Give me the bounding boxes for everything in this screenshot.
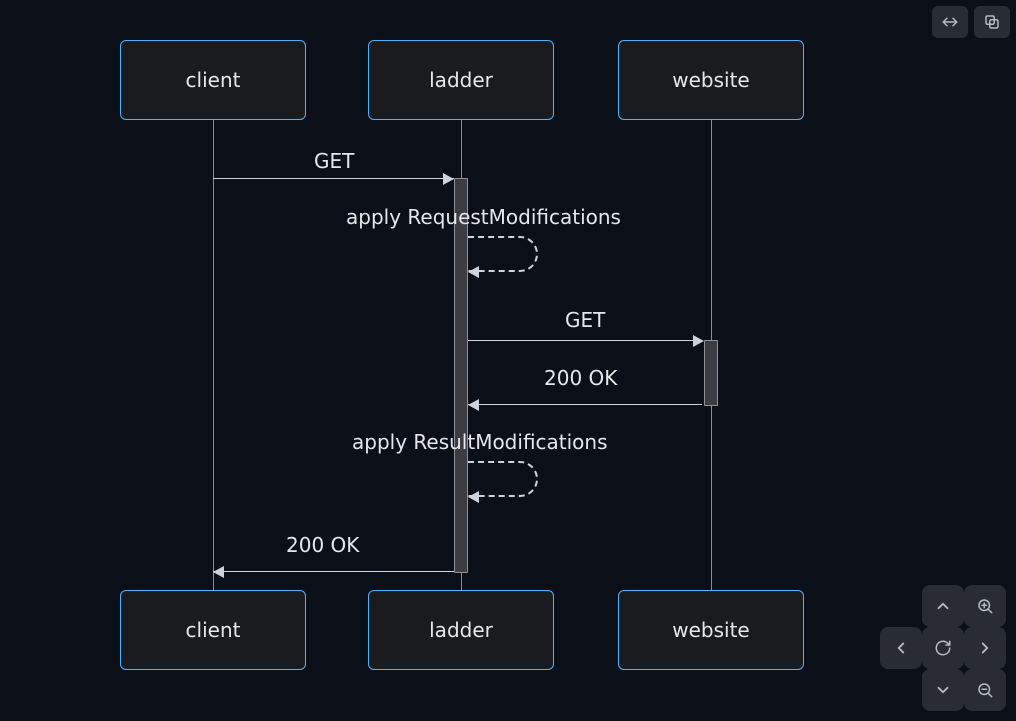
fit-width-button[interactable]: [932, 6, 968, 38]
activation-website: [704, 340, 718, 406]
reset-icon: [934, 639, 952, 657]
msg-label-get-2: GET: [565, 308, 605, 332]
chevron-left-icon: [892, 639, 910, 657]
participant-label: website: [672, 618, 749, 642]
msg-arrow-200-2: [213, 571, 454, 572]
participant-client-bottom: client: [120, 590, 306, 670]
participant-label: ladder: [429, 68, 493, 92]
msg-arrow-get-1: [213, 178, 454, 179]
zoom-out-button[interactable]: [964, 669, 1006, 711]
lifeline-client: [213, 120, 214, 592]
msg-label-200-2: 200 OK: [286, 533, 359, 557]
participant-label: ladder: [429, 618, 493, 642]
sequence-diagram-canvas[interactable]: client ladder website GET apply RequestM…: [0, 0, 1016, 721]
msg-label-200-1: 200 OK: [544, 366, 617, 390]
chevron-up-icon: [934, 597, 952, 615]
participant-ladder-top: ladder: [368, 40, 554, 120]
pan-left-button[interactable]: [880, 627, 922, 669]
msg-label-apply-res: apply ResultModifications: [352, 430, 608, 454]
copy-icon: [983, 13, 1001, 31]
participant-website-top: website: [618, 40, 804, 120]
msg-arrow-200-1: [468, 404, 702, 405]
msg-label-get-1: GET: [314, 149, 354, 173]
arrowhead-icon: [468, 266, 479, 278]
participant-client-top: client: [120, 40, 306, 120]
participant-ladder-bottom: ladder: [368, 590, 554, 670]
arrowhead-icon: [443, 173, 454, 185]
fit-width-icon: [941, 13, 959, 31]
toolbar-top: [932, 6, 1010, 38]
zoom-in-icon: [976, 597, 994, 615]
participant-label: client: [186, 68, 241, 92]
zoom-in-button[interactable]: [964, 585, 1006, 627]
navigation-pad: [880, 585, 1006, 711]
pan-right-button[interactable]: [964, 627, 1006, 669]
pan-down-button[interactable]: [922, 669, 964, 711]
copy-button[interactable]: [974, 6, 1010, 38]
arrowhead-icon: [213, 566, 224, 578]
arrowhead-icon: [468, 399, 479, 411]
msg-arrow-get-2: [468, 340, 702, 341]
reset-view-button[interactable]: [922, 627, 964, 669]
activation-ladder: [454, 178, 468, 573]
msg-label-apply-req: apply RequestModifications: [346, 205, 621, 229]
pan-up-button[interactable]: [922, 585, 964, 627]
arrowhead-icon: [468, 491, 479, 503]
chevron-down-icon: [934, 681, 952, 699]
zoom-out-icon: [976, 681, 994, 699]
participant-label: website: [672, 68, 749, 92]
participant-website-bottom: website: [618, 590, 804, 670]
chevron-right-icon: [976, 639, 994, 657]
participant-label: client: [186, 618, 241, 642]
arrowhead-icon: [693, 335, 704, 347]
